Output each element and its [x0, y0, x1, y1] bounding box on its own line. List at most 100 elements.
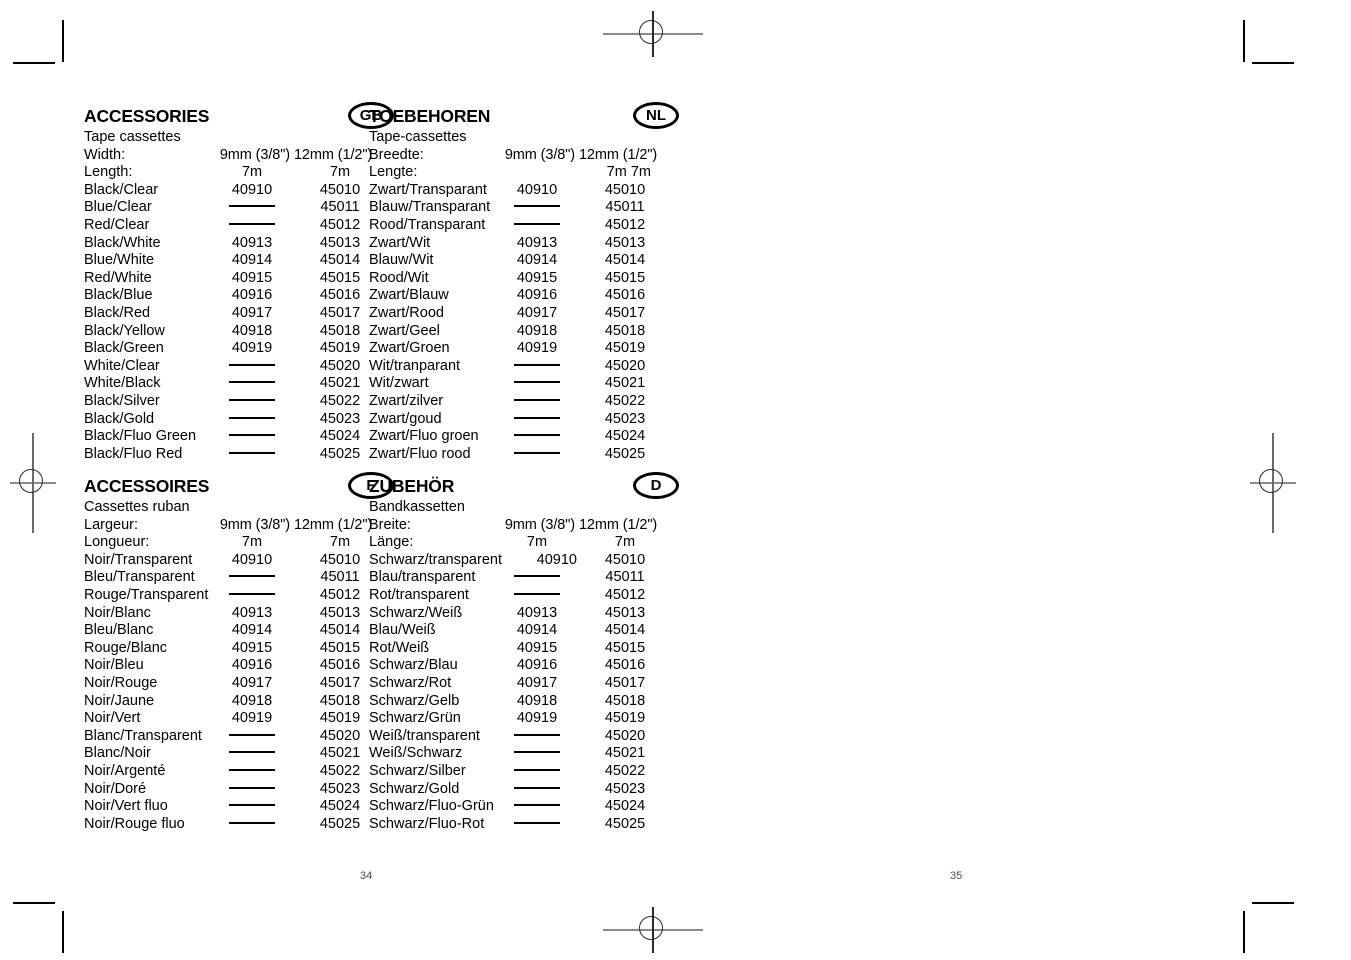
product-code-12mm: 45016: [581, 657, 669, 675]
product-code-9mm-value: 40918: [516, 692, 558, 709]
product-code-12mm-value: 45017: [604, 674, 646, 691]
table-row: Zwart/goud 45023: [369, 411, 669, 429]
product-code-12mm-value: 45015: [604, 639, 646, 656]
product-code-9mm: 40916: [493, 657, 581, 675]
product-code-12mm-value: 45018: [319, 322, 361, 339]
product-code-12mm: 45015: [581, 270, 669, 288]
product-code-9mm-value: 40913: [516, 604, 558, 621]
section-subtitle: Cassettes ruban: [84, 499, 190, 515]
product-code-12mm-value: 45012: [604, 586, 646, 603]
product-code-9mm: [493, 763, 581, 781]
table-row: Noir/Jaune 40918 45018: [84, 693, 384, 711]
product-code-12mm-value: 45013: [319, 604, 361, 621]
product-code-12mm-value: 45014: [319, 622, 361, 639]
product-code-12mm-value: 45019: [319, 710, 361, 727]
product-code-9mm: [208, 375, 296, 393]
table-row: Zwart/Groen 40919 45019: [369, 340, 669, 358]
product-code-9mm: 40918: [208, 693, 296, 711]
product-code-12mm-value: 45010: [319, 181, 361, 198]
cassette-colour-label: Noir/Vert: [84, 710, 141, 727]
product-code-12mm: 45014: [581, 252, 669, 270]
product-code-9mm: [208, 587, 296, 605]
table-row: Schwarz/Fluo-Grün 45024: [369, 798, 669, 816]
cassette-spec-table: Largeur: 9mm (3/8") 12mm (1/2") Longueur: 7…: [84, 517, 384, 834]
product-code-9mm: 40917: [208, 305, 296, 323]
width-values: 9mm (3/8") 12mm (1/2"): [219, 146, 373, 163]
section-title: ZUBEHÖR: [369, 476, 455, 496]
cassette-colour-label: Noir/Rouge: [84, 674, 158, 691]
cassette-colour-label: Noir/Jaune: [84, 692, 155, 709]
length-label: Longueur:: [84, 534, 150, 551]
product-code-9mm: 40915: [493, 270, 581, 288]
table-row: Noir/Argenté 45022: [84, 763, 384, 781]
table-row-length: Longueur: 7m 7m: [84, 534, 384, 552]
product-code-12mm: 45010: [581, 552, 669, 570]
no-code-dash: [514, 416, 560, 419]
no-code-dash: [229, 363, 275, 366]
table-row: Zwart/Rood 40917 45017: [369, 305, 669, 323]
product-code-9mm: [493, 587, 581, 605]
product-code-9mm: [493, 446, 581, 464]
product-code-12mm: 45023: [581, 781, 669, 799]
table-row: Schwarz/Fluo-Rot 45025: [369, 816, 669, 834]
table-row: Black/Yellow 40918 45018: [84, 323, 384, 341]
product-code-12mm: 45020: [581, 358, 669, 376]
product-code-12mm-value: 45024: [604, 798, 646, 815]
cassette-colour-label: Blau/Weiß: [369, 622, 436, 639]
cassette-spec-table: Breedte: 9mm (3/8") 12mm (1/2") Lengte: 7m …: [369, 147, 669, 464]
length-value-12mm: 7m: [614, 534, 636, 551]
product-code-12mm: 45014: [581, 622, 669, 640]
product-code-12mm: 45020: [581, 728, 669, 746]
product-code-12mm-value: 45010: [604, 551, 646, 568]
product-code-9mm: 40913: [493, 235, 581, 253]
product-code-9mm-value: 40918: [231, 322, 273, 339]
product-code-9mm: [493, 375, 581, 393]
table-row: Schwarz/Silber 45022: [369, 763, 669, 781]
length-label: Length:: [84, 164, 133, 181]
product-code-9mm: 40914: [493, 252, 581, 270]
cassette-spec-table: Width: 9mm (3/8") 12mm (1/2") Length: 7m 7m B…: [84, 147, 384, 464]
table-row: Zwart/zilver 45022: [369, 393, 669, 411]
cassette-colour-label: Zwart/goud: [369, 410, 442, 427]
table-row: Black/Red 40917 45017: [84, 305, 384, 323]
product-code-12mm-value: 45018: [604, 322, 646, 339]
product-code-12mm-value: 45023: [604, 410, 646, 427]
product-code-12mm-value: 45021: [604, 375, 646, 392]
length-label: Länge:: [369, 534, 414, 551]
cassette-colour-label: Blue/Clear: [84, 199, 152, 216]
table-row: Schwarz/Gelb 40918 45018: [369, 693, 669, 711]
product-code-9mm-value: 40917: [516, 304, 558, 321]
table-row: Rot/transparent 45012: [369, 587, 669, 605]
product-code-9mm: 40916: [493, 287, 581, 305]
product-code-9mm: 40913: [208, 605, 296, 623]
table-row-width: Width: 9mm (3/8") 12mm (1/2"): [84, 147, 384, 165]
product-code-12mm-value: 45012: [319, 216, 361, 233]
product-code-9mm: [493, 217, 581, 235]
table-row: Blanc/Transparent 45020: [84, 728, 384, 746]
product-code-12mm: 45021: [581, 375, 669, 393]
product-code-9mm: 40910: [493, 182, 581, 200]
product-code-12mm: 45019: [581, 340, 669, 358]
no-code-dash: [514, 222, 560, 225]
product-code-9mm-value: 40910: [516, 181, 558, 198]
width-values: 9mm (3/8") 12mm (1/2"): [504, 516, 658, 533]
no-code-dash: [229, 434, 275, 437]
product-code-12mm-value: 45016: [604, 657, 646, 674]
product-code-12mm-value: 45024: [604, 428, 646, 445]
product-code-12mm-value: 45022: [319, 392, 361, 409]
product-code-12mm-value: 45017: [319, 674, 361, 691]
table-row: Rouge/Transparent 45012: [84, 587, 384, 605]
table-row: Blau/Weiß 40914 45014: [369, 622, 669, 640]
product-code-9mm: [493, 798, 581, 816]
no-code-dash: [229, 821, 275, 824]
product-code-9mm-value: 40918: [231, 692, 273, 709]
cassette-colour-label: Noir/Argenté: [84, 762, 166, 779]
crop-mark-bottom-right-vertical: [1243, 911, 1245, 953]
table-row: Black/Silver 45022: [84, 393, 384, 411]
product-code-12mm: 45022: [581, 763, 669, 781]
width-label: Breite:: [369, 516, 411, 533]
table-row: Black/Fluo Red 45025: [84, 446, 384, 464]
product-code-9mm-value: 40914: [516, 622, 558, 639]
cassette-colour-label: Zwart/Rood: [369, 304, 444, 321]
cassette-colour-label: Bleu/Blanc: [84, 622, 154, 639]
